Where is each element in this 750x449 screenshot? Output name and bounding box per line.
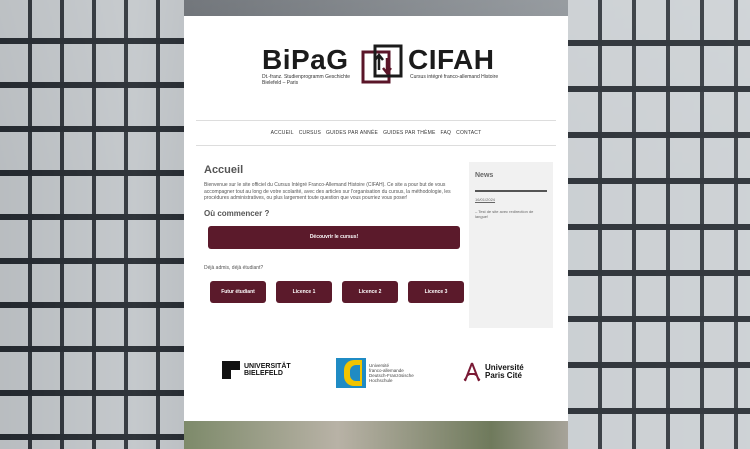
news-title: News xyxy=(475,172,494,179)
nav-guides-par-annee[interactable]: GUIDES PAR ANNÉE xyxy=(326,130,378,136)
news-divider xyxy=(475,190,547,192)
logo-cifah-text: CIFAH xyxy=(408,44,495,75)
bielefeld-logo[interactable]: UNIVERSITÄT BIELEFELD xyxy=(222,361,291,379)
background-building-left xyxy=(0,0,184,449)
main-navigation: ACCUEIL CURSUS GUIDES PAR ANNÉE GUIDES P… xyxy=(196,120,556,146)
news-sidebar: News 16/01/2024 – Test de site avec redi… xyxy=(469,162,553,328)
ufa-emblem-icon xyxy=(336,358,366,388)
ufa-name: Université franco-allemande Deutsch-Fran… xyxy=(369,363,414,383)
nav-accueil[interactable]: ACCUEIL xyxy=(271,130,294,136)
main-content: Accueil Bienvenue sur le site officiel d… xyxy=(204,164,464,303)
site-logo[interactable]: BiPaG CIFAH Dt.-franz. Studienprogramm G… xyxy=(262,44,512,108)
page-container: BiPaG CIFAH Dt.-franz. Studienprogramm G… xyxy=(184,16,568,421)
licence-3-button[interactable]: Licence 3 xyxy=(408,280,464,303)
paris-cite-logo[interactable]: Université Paris Cité xyxy=(462,362,524,382)
paris-cite-name: Université Paris Cité xyxy=(485,363,524,380)
section-heading: Où commencer ? xyxy=(204,208,270,218)
logo-bipag-subtitle: Dt.-franz. Studienprogramm Geschichte Bi… xyxy=(262,74,351,86)
background-building-right xyxy=(568,0,750,449)
bielefeld-name: UNIVERSITÄT BIELEFELD xyxy=(244,363,291,377)
nav-faq[interactable]: FAQ xyxy=(441,130,452,136)
news-date-link[interactable]: 16/01/2024 xyxy=(475,197,495,202)
paris-cite-emblem-icon xyxy=(463,362,481,382)
partner-logos: UNIVERSITÄT BIELEFELD Université franco-… xyxy=(222,358,542,392)
futur-etudiant-button[interactable]: Futur étudiant xyxy=(210,280,266,303)
page-title: Accueil xyxy=(204,164,244,176)
nav-cursus[interactable]: CURSUS xyxy=(299,130,321,136)
nav-guides-par-theme[interactable]: GUIDES PAR THÈME xyxy=(383,130,435,136)
news-item-link[interactable]: – Test de site avec redirection de langu… xyxy=(475,209,547,219)
discover-cursus-button[interactable]: Découvrir le cursus! xyxy=(208,225,460,249)
level-buttons: Futur étudiant Licence 1 Licence 2 Licen… xyxy=(210,280,464,303)
nav-contact[interactable]: CONTACT xyxy=(456,130,481,136)
logo-cifah-subtitle: Cursus intégré franco-allemand Histoire xyxy=(410,74,499,80)
logo-bipag: BiPaG xyxy=(262,44,349,75)
ufa-logo[interactable]: Université franco-allemande Deutsch-Fran… xyxy=(336,358,414,388)
licence-1-button[interactable]: Licence 1 xyxy=(276,280,332,303)
background-courtyard xyxy=(184,421,568,449)
intro-text: Bienvenue sur le site officiel du Cursus… xyxy=(204,182,451,201)
bielefeld-square-icon xyxy=(222,361,240,379)
licence-2-button[interactable]: Licence 2 xyxy=(342,280,398,303)
already-admitted-text: Déjà admis, déjà étudiant? xyxy=(204,264,264,271)
logo-cifah: CIFAH xyxy=(408,44,495,76)
